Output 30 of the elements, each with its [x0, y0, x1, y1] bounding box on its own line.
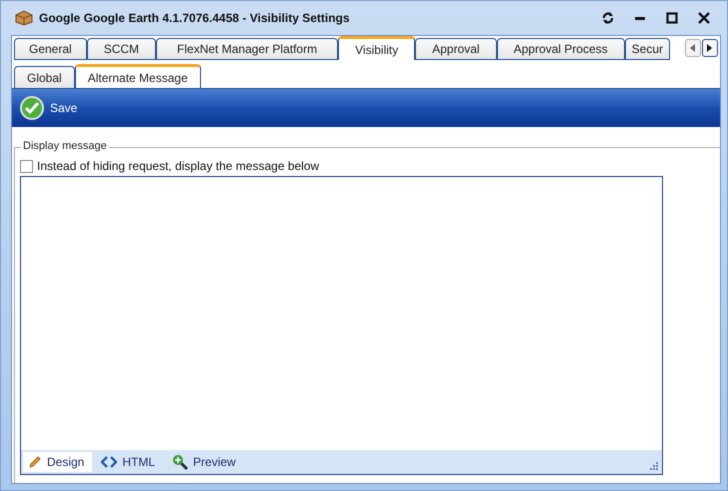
right-arrow-icon [707, 44, 713, 52]
pencil-icon [28, 455, 42, 469]
close-icon [698, 12, 710, 24]
magnifier-icon [172, 454, 188, 470]
tab[interactable]: FlexNet Manager Platform [156, 38, 338, 60]
message-editor[interactable]: Design HTML Preview [20, 176, 663, 475]
tab[interactable]: Visibility [338, 36, 416, 60]
left-arrow-icon [690, 44, 696, 52]
group-legend: Display message [21, 140, 109, 152]
checkmark-icon [20, 96, 44, 120]
box-icon [15, 10, 33, 26]
refresh-icon [602, 12, 614, 24]
editor-mode-tab[interactable]: HTML [96, 452, 164, 472]
tab[interactable]: General [14, 38, 87, 60]
scroll-right-button[interactable] [702, 39, 718, 57]
tab[interactable]: Alternate Message [74, 64, 201, 88]
tab[interactable]: Global [14, 66, 75, 88]
tab[interactable]: SCCM [86, 38, 156, 60]
editor-mode-tab[interactable]: Design [23, 452, 92, 472]
tab[interactable]: Approval Process [496, 38, 625, 60]
scroll-left-button[interactable] [685, 39, 701, 57]
tab[interactable]: Approval [415, 38, 497, 60]
resize-grip-icon[interactable] [649, 461, 658, 470]
save-button[interactable]: Save [20, 96, 78, 120]
maximize-icon [666, 12, 678, 24]
window-title: Google Google Earth 4.1.7076.4458 - Visibility Settings [39, 11, 351, 25]
code-icon [101, 456, 118, 468]
editor-mode-tab[interactable]: Preview [167, 452, 244, 472]
tab[interactable]: Secur [624, 38, 670, 60]
display-message-checkbox[interactable]: Instead of hiding request, display the message below [20, 158, 720, 174]
